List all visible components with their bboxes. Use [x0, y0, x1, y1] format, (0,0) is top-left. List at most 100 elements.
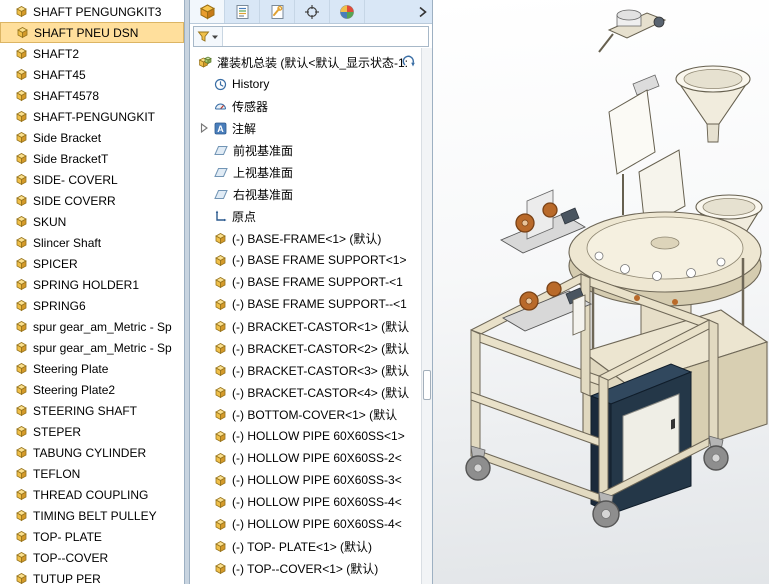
part-icon: [15, 110, 28, 123]
list-item-label: SHAFT PENGUNGKIT3: [33, 5, 161, 19]
tree-item-label: (-) HOLLOW PIPE 60X60SS-4<: [232, 495, 402, 509]
list-item[interactable]: SHAFT4578: [0, 85, 184, 106]
tree-item[interactable]: (-) BASE FRAME SUPPORT--<1: [190, 293, 432, 315]
list-item[interactable]: SPRING HOLDER1: [0, 274, 184, 295]
tree-item[interactable]: (-) TOP--COVER<1> (默认): [190, 557, 432, 579]
hopper-1[interactable]: [676, 66, 750, 142]
list-item[interactable]: TABUNG CYLINDER: [0, 442, 184, 463]
scrollbar-thumb[interactable]: [423, 370, 431, 400]
tree-item-label: (-) HOLLOW PIPE 60X60SS-2<: [232, 451, 402, 465]
tree-root-item[interactable]: 灌装机总装 (默认<默认_显示状态-1:: [190, 51, 432, 73]
tab-dimxpert[interactable]: [295, 0, 330, 23]
tree-item[interactable]: (-) TOP- PLATE<1> (默认): [190, 535, 432, 557]
solidworks-window: SHAFT PENGUNGKIT3SHAFT PNEU DSNSHAFT2SHA…: [0, 0, 769, 584]
list-item[interactable]: TUTUP PER: [0, 568, 184, 584]
tree-item[interactable]: (-) HOLLOW PIPE 60X60SS-2<: [190, 447, 432, 469]
list-item[interactable]: SPRING6: [0, 295, 184, 316]
tab-feature-tree[interactable]: [190, 0, 225, 23]
tree-item[interactable]: (-) HOLLOW PIPE 60X60SS-3<: [190, 469, 432, 491]
tree-item[interactable]: (-) BRACKET-CASTOR<2> (默认: [190, 337, 432, 359]
tab-property-manager[interactable]: [225, 0, 260, 23]
component-icon: [214, 254, 227, 267]
list-item[interactable]: THREAD COUPLING: [0, 484, 184, 505]
list-item[interactable]: SHAFT PNEU DSN: [0, 22, 184, 43]
list-item[interactable]: Side BracketT: [0, 148, 184, 169]
part-icon: [15, 425, 28, 438]
filter-input[interactable]: [223, 28, 428, 45]
viewport-3d[interactable]: [433, 0, 769, 584]
tree-item[interactable]: 上视基准面: [190, 161, 432, 183]
list-item[interactable]: SHAFT45: [0, 64, 184, 85]
list-item[interactable]: Steering Plate2: [0, 379, 184, 400]
tree-item[interactable]: (-) BASE-FRAME<1> (默认): [190, 227, 432, 249]
tree-item[interactable]: A 注解: [190, 117, 432, 139]
list-item[interactable]: spur gear_am_Metric - Sp: [0, 316, 184, 337]
component-icon: [214, 562, 227, 575]
part-icon: [15, 173, 28, 186]
list-item[interactable]: TIMING BELT PULLEY: [0, 505, 184, 526]
list-item[interactable]: SPICER: [0, 253, 184, 274]
list-item[interactable]: SIDE COVERR: [0, 190, 184, 211]
list-item[interactable]: TEFLON: [0, 463, 184, 484]
tree-item-label: 前视基准面: [233, 142, 293, 159]
tree-item[interactable]: (-) BRACKET-CASTOR<1> (默认: [190, 315, 432, 337]
tree-item[interactable]: (-) HOLLOW PIPE 60X60SS-4<: [190, 491, 432, 513]
expander-icon[interactable]: [200, 123, 208, 133]
list-item[interactable]: Slincer Shaft: [0, 232, 184, 253]
feature-manager-panel: 灌装机总装 (默认<默认_显示状态-1: History 传感器 A 注解前视基准面上…: [190, 0, 433, 584]
list-item[interactable]: SIDE- COVERL: [0, 169, 184, 190]
tab-configuration-manager[interactable]: [260, 0, 295, 23]
tree-item[interactable]: (-) BASE FRAME SUPPORT<1>: [190, 249, 432, 271]
list-item[interactable]: SHAFT-PENGUNGKIT: [0, 106, 184, 127]
list-item[interactable]: SHAFT PENGUNGKIT3: [0, 1, 184, 22]
tree-item[interactable]: 原点: [190, 205, 432, 227]
tree-item[interactable]: (-) BRACKET-CASTOR<3> (默认: [190, 359, 432, 381]
tree-item[interactable]: [190, 579, 432, 584]
history-icon: [214, 78, 227, 91]
list-item[interactable]: STEERING SHAFT: [0, 400, 184, 421]
tabs-overflow-button[interactable]: [412, 0, 432, 23]
tree-item[interactable]: (-) BASE FRAME SUPPORT-<1: [190, 271, 432, 293]
tree-item[interactable]: History: [190, 73, 432, 95]
list-item[interactable]: TOP--COVER: [0, 547, 184, 568]
tree-item-label: History: [232, 77, 269, 91]
tree-item[interactable]: (-) HOLLOW PIPE 60X60SS<1>: [190, 425, 432, 447]
component-icon: [214, 474, 227, 487]
tree-item-label: (-) BRACKET-CASTOR<3> (默认: [232, 362, 409, 379]
list-item[interactable]: TOP- PLATE: [0, 526, 184, 547]
curved-arrow-icon[interactable]: [402, 55, 416, 69]
tree-item[interactable]: 右视基准面: [190, 183, 432, 205]
tree-scrollbar[interactable]: [421, 48, 432, 584]
part-icon: [15, 5, 28, 18]
tree-item[interactable]: (-) BRACKET-CASTOR<4> (默认: [190, 381, 432, 403]
rotary-table[interactable]: [569, 212, 761, 306]
annotations-icon: A: [214, 122, 227, 135]
list-item[interactable]: Steering Plate: [0, 358, 184, 379]
list-item-label: Side BracketT: [33, 152, 108, 166]
component-icon: [214, 276, 227, 289]
list-item[interactable]: SHAFT2: [0, 43, 184, 64]
display-manager-icon: [339, 4, 355, 20]
tree-item-label: (-) BASE FRAME SUPPORT-<1: [232, 275, 403, 289]
tree-item[interactable]: 前视基准面: [190, 139, 432, 161]
tab-display-manager[interactable]: [330, 0, 365, 23]
part-icon: [15, 194, 28, 207]
part-icon: [15, 152, 28, 165]
list-item[interactable]: STEPER: [0, 421, 184, 442]
part-icon: [15, 236, 28, 249]
tree-item-label: (-) BASE-FRAME<1> (默认): [232, 230, 381, 247]
tree-item-label: 注解: [232, 120, 256, 137]
list-item-label: TABUNG CYLINDER: [33, 446, 146, 460]
tree-item[interactable]: (-) BOTTOM-COVER<1> (默认: [190, 403, 432, 425]
list-item[interactable]: Side Bracket: [0, 127, 184, 148]
filter-button[interactable]: [194, 27, 223, 46]
list-item[interactable]: spur gear_am_Metric - Sp: [0, 337, 184, 358]
upper-panels[interactable]: [609, 75, 685, 228]
plane-icon: [214, 188, 228, 201]
top-motor-assembly[interactable]: [599, 10, 665, 52]
list-item[interactable]: SKUN: [0, 211, 184, 232]
tree-item[interactable]: 传感器: [190, 95, 432, 117]
part-icon: [15, 530, 28, 543]
assembly-icon: [198, 55, 212, 69]
tree-item[interactable]: (-) HOLLOW PIPE 60X60SS-4<: [190, 513, 432, 535]
